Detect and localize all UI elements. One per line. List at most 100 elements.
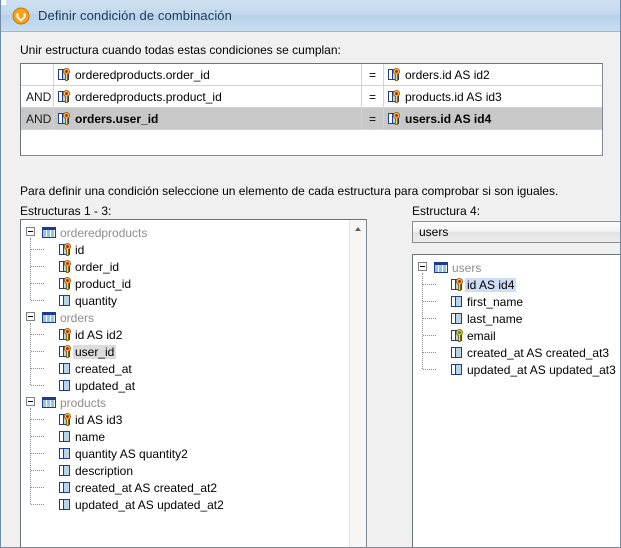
tree-node-content: updated_at — [59, 379, 135, 393]
condition-right-operand[interactable]: products.id AS id3 — [383, 86, 602, 107]
tree-node-label: order_id — [75, 260, 119, 274]
left-tree-column-node[interactable]: quantity — [21, 292, 366, 309]
column-icon — [59, 379, 72, 392]
tree-guide-line — [31, 436, 44, 437]
right-tree-column-node[interactable]: id AS id4 — [413, 276, 621, 293]
chevron-up-icon — [355, 227, 361, 231]
left-tree-column-node[interactable]: quantity AS quantity2 — [21, 445, 366, 462]
tree-node-content: users — [434, 261, 481, 275]
tree-node-label: updated_at AS updated_at2 — [75, 498, 224, 512]
right-tree-column-node[interactable]: last_name — [413, 310, 621, 327]
left-tree-column-node[interactable]: name — [21, 428, 366, 445]
column-primary-key-icon — [388, 90, 401, 103]
tree-guide-line — [31, 487, 44, 488]
tree-guide-line — [423, 335, 436, 336]
condition-right-text: orders.id AS id2 — [405, 68, 490, 82]
column-icon — [451, 346, 464, 359]
left-structures-tree[interactable]: orderedproductsidorder_idproduct_idquant… — [20, 219, 367, 548]
condition-row[interactable]: AND orders.user_id = users.id AS id4 — [21, 108, 602, 130]
tree-node-label: description — [75, 464, 133, 478]
tree-node-label: id AS id2 — [75, 328, 122, 342]
collapse-expander-icon[interactable] — [26, 227, 35, 236]
condition-row[interactable]: AND orderedproducts.product_id = product… — [21, 86, 602, 108]
tree-node-content: product_id — [59, 277, 131, 291]
collapse-expander-icon[interactable] — [26, 312, 35, 321]
condition-left-operand[interactable]: orderedproducts.product_id — [53, 86, 361, 107]
tree-guide-line — [31, 283, 44, 284]
right-tree-column-node[interactable]: created_at AS created_at3 — [413, 344, 621, 361]
tree-node-label: quantity AS quantity2 — [75, 447, 188, 461]
left-tree-column-node[interactable]: updated_at — [21, 377, 366, 394]
join-condition-dialog: Definir condición de combinación Unir es… — [0, 0, 621, 548]
tree-guide-line — [423, 284, 436, 285]
tree-node-content: created_at AS created_at2 — [59, 481, 217, 495]
table-icon — [42, 226, 57, 239]
left-tree-table-node[interactable]: orders — [21, 309, 366, 326]
left-tree-scrollbar[interactable] — [349, 220, 366, 547]
tree-node-label: users — [452, 261, 481, 275]
condition-right-text: products.id AS id3 — [405, 90, 502, 104]
tree-guide-line — [31, 419, 44, 420]
left-tree-table-node[interactable]: products — [21, 394, 366, 411]
right-tree-column-node[interactable]: updated_at AS updated_at3 — [413, 361, 621, 378]
tree-node-content: id AS id4 — [451, 278, 516, 292]
tree-guide-line — [31, 470, 44, 471]
tree-guide-line — [31, 266, 44, 267]
tree-node-label: id AS id4 — [465, 278, 516, 292]
scroll-up-button[interactable] — [350, 220, 366, 237]
structure-4-combobox[interactable]: users — [412, 221, 621, 243]
column-icon — [59, 430, 72, 443]
condition-operator: = — [361, 86, 383, 107]
tree-guide-line — [31, 334, 44, 335]
tree-node-label: name — [75, 430, 105, 444]
condition-left-operand[interactable]: orders.user_id — [53, 108, 361, 129]
left-tree-column-node[interactable]: created_at — [21, 360, 366, 377]
right-tree-table-node[interactable]: users — [413, 259, 621, 276]
right-tree-column-node[interactable]: first_name — [413, 293, 621, 310]
right-tree-column-node[interactable]: email — [413, 327, 621, 344]
right-structure-tree[interactable]: users id AS id4 first_namelast_nameemail cr… — [412, 254, 621, 548]
left-tree-column-node[interactable]: updated_at AS updated_at2 — [21, 496, 366, 513]
column-primary-key-icon — [388, 112, 401, 125]
left-tree-column-node[interactable]: order_id — [21, 258, 366, 275]
collapse-expander-icon[interactable] — [418, 262, 427, 271]
left-tree-column-node[interactable]: id AS id3 — [21, 411, 366, 428]
conditions-list[interactable]: orderedproducts.order_id = orders.id AS … — [20, 63, 603, 156]
tree-node-label: created_at AS created_at3 — [467, 346, 609, 360]
column-unique-key-icon — [451, 329, 464, 342]
tree-node-label: product_id — [75, 277, 131, 291]
tree-guide-line — [31, 385, 44, 386]
tree-node-label: updated_at AS updated_at3 — [467, 363, 616, 377]
left-tree-column-node[interactable]: created_at AS created_at2 — [21, 479, 366, 496]
left-tree-column-node[interactable]: id AS id2 — [21, 326, 366, 343]
tree-node-content: created_at AS created_at3 — [451, 346, 609, 360]
column-primary-key-icon — [58, 68, 71, 81]
condition-left-operand[interactable]: orderedproducts.order_id — [53, 64, 361, 85]
tree-guide-line — [31, 368, 44, 369]
tree-node-content: name — [59, 430, 105, 444]
condition-row[interactable]: orderedproducts.order_id = orders.id AS … — [21, 64, 602, 86]
tree-node-label: orderedproducts — [60, 226, 147, 240]
tree-node-label: products — [60, 396, 106, 410]
condition-right-operand[interactable]: users.id AS id4 — [383, 108, 602, 129]
tree-node-content: id AS id3 — [59, 413, 122, 427]
left-tree-column-node[interactable]: id — [21, 241, 366, 258]
tree-node-content: first_name — [451, 295, 523, 309]
column-primary-key-icon — [59, 277, 72, 290]
left-tree-column-node[interactable]: description — [21, 462, 366, 479]
condition-operator: = — [361, 64, 383, 85]
tree-guide-line — [30, 323, 31, 385]
left-tree-column-node[interactable]: user_id — [21, 343, 366, 360]
dialog-title: Definir condición de combinación — [38, 8, 232, 23]
tree-node-label: first_name — [467, 295, 523, 309]
dialog-body: Unir estructura cuando todas estas condi… — [1, 32, 621, 548]
left-tree-column-node[interactable]: product_id — [21, 275, 366, 292]
middle-instruction-label: Para definir una condición seleccione un… — [20, 184, 558, 198]
column-icon — [59, 464, 72, 477]
collapse-expander-icon[interactable] — [26, 397, 35, 406]
tree-guide-line — [423, 318, 436, 319]
left-tree-table-node[interactable]: orderedproducts — [21, 224, 366, 241]
column-primary-key-icon — [58, 112, 71, 125]
condition-right-operand[interactable]: orders.id AS id2 — [383, 64, 602, 85]
tree-node-label: user_id — [73, 345, 116, 359]
